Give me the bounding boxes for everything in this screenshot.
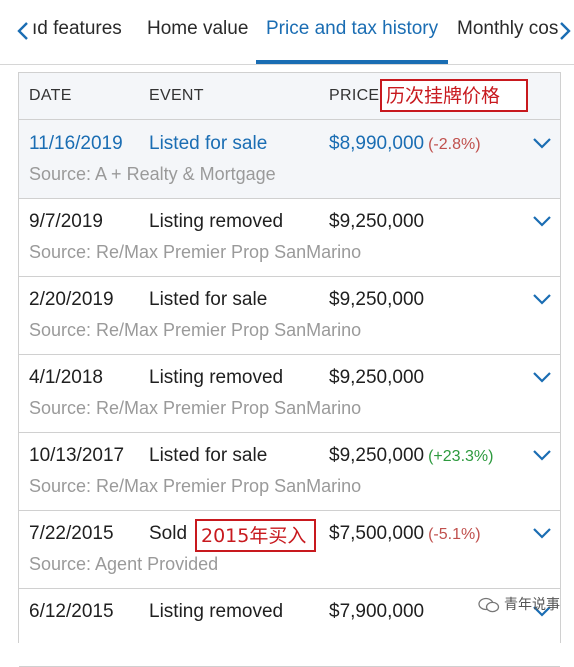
row-event: Listed for sale	[149, 133, 268, 154]
row-date: 6/12/2015	[29, 601, 114, 622]
row-date: 2/20/2019	[29, 289, 114, 310]
table-row[interactable]: 9/7/2019 Listing removed $9,250,000 Source:…	[19, 198, 560, 277]
chevron-right-icon[interactable]	[556, 20, 574, 42]
table-row[interactable]: 10/13/2017 Listed for sale $9,250,000 (+23.…	[19, 432, 560, 511]
row-price: $9,250,000	[329, 289, 425, 310]
price-change: (-5.1%)	[428, 526, 481, 543]
row-price-cell: $7,500,000 (-5.1%)	[329, 523, 481, 545]
row-source: Source: Re/Max Premier Prop SanMarino	[29, 242, 362, 262]
tab-home-value[interactable]: Home value	[147, 18, 248, 40]
row-price-cell: $9,250,000 (+23.3%)	[329, 445, 493, 467]
row-price: $7,500,000	[329, 523, 425, 544]
tab-features[interactable]: ıd features	[32, 18, 122, 40]
table-row[interactable]: 7/22/2015 Sold 2015年买入 $7,500,000 (-5.1%) Sou…	[19, 510, 560, 589]
price-history-table: DATE EVENT PRICE 历次挂牌价格 11/16/2019 Listed…	[18, 72, 561, 667]
tab-bar: ıd features Home value Price and tax his…	[0, 0, 574, 65]
row-event: Listed for sale	[149, 445, 268, 466]
row-price: $8,990,000	[329, 133, 425, 154]
chevron-left-icon[interactable]	[14, 20, 34, 42]
row-price-cell: $9,250,000	[329, 211, 424, 233]
chevron-down-icon[interactable]	[531, 370, 553, 384]
price-change: (+23.3%)	[428, 448, 494, 465]
table-row[interactable]: 2/20/2019 Listed for sale $9,250,000 Source…	[19, 276, 560, 355]
row-price-cell: $9,250,000	[329, 289, 424, 311]
sold-annotation: 2015年买入	[195, 519, 316, 552]
table-row[interactable]: 11/16/2019 Listed for sale $8,990,000 (-2.8…	[19, 120, 560, 199]
chevron-down-icon[interactable]	[531, 448, 553, 462]
row-price-cell: $7,900,000	[329, 601, 424, 623]
row-date: 9/7/2019	[29, 211, 103, 232]
row-price-cell: $8,990,000 (-2.8%)	[329, 133, 481, 155]
row-source: Source: Re/Max Premier Prop SanMarino	[29, 398, 362, 418]
chevron-down-icon[interactable]	[531, 526, 553, 540]
watermark-text: 青年说事	[504, 597, 560, 613]
table-row[interactable]: 4/1/2018 Listing removed $9,250,000 Source:…	[19, 354, 560, 433]
table-header: DATE EVENT PRICE 历次挂牌价格	[19, 73, 560, 120]
wechat-icon	[478, 597, 500, 613]
tab-monthly-cost[interactable]: Monthly cos	[457, 18, 559, 40]
tab-price-tax-history[interactable]: Price and tax history	[266, 18, 438, 40]
row-date: 10/13/2017	[29, 445, 125, 466]
row-source: Source: Agent Provided	[29, 554, 219, 574]
row-event: Listing removed	[149, 367, 284, 388]
row-event: Listing removed	[149, 211, 284, 232]
row-event: Sold	[149, 523, 188, 544]
header-event[interactable]: EVENT	[149, 87, 204, 105]
row-price-cell: $9,250,000	[329, 367, 424, 389]
row-event: Listing removed	[149, 601, 284, 622]
chevron-down-icon[interactable]	[531, 292, 553, 306]
row-price: $9,250,000	[329, 445, 425, 466]
watermark: 青年说事	[478, 594, 560, 614]
header-price[interactable]: PRICE	[329, 87, 379, 105]
row-price: $9,250,000	[329, 211, 425, 232]
chevron-down-icon[interactable]	[531, 214, 553, 228]
row-source: Source: Re/Max Premier Prop SanMarino	[29, 320, 362, 340]
row-price: $7,900,000	[329, 601, 425, 622]
price-annotation: 历次挂牌价格	[380, 79, 528, 112]
row-price: $9,250,000	[329, 367, 425, 388]
active-tab-indicator	[256, 60, 448, 64]
header-date[interactable]: DATE	[29, 87, 72, 105]
row-source: Source: A + Realty & Mortgage	[29, 164, 276, 184]
row-date: 4/1/2018	[29, 367, 103, 388]
price-change: (-2.8%)	[428, 136, 481, 153]
row-date: 7/22/2015	[29, 523, 114, 544]
chevron-down-icon[interactable]	[531, 136, 553, 150]
row-source: Source: Re/Max Premier Prop SanMarino	[29, 476, 362, 496]
row-event: Listed for sale	[149, 289, 268, 310]
row-date: 11/16/2019	[29, 133, 123, 154]
